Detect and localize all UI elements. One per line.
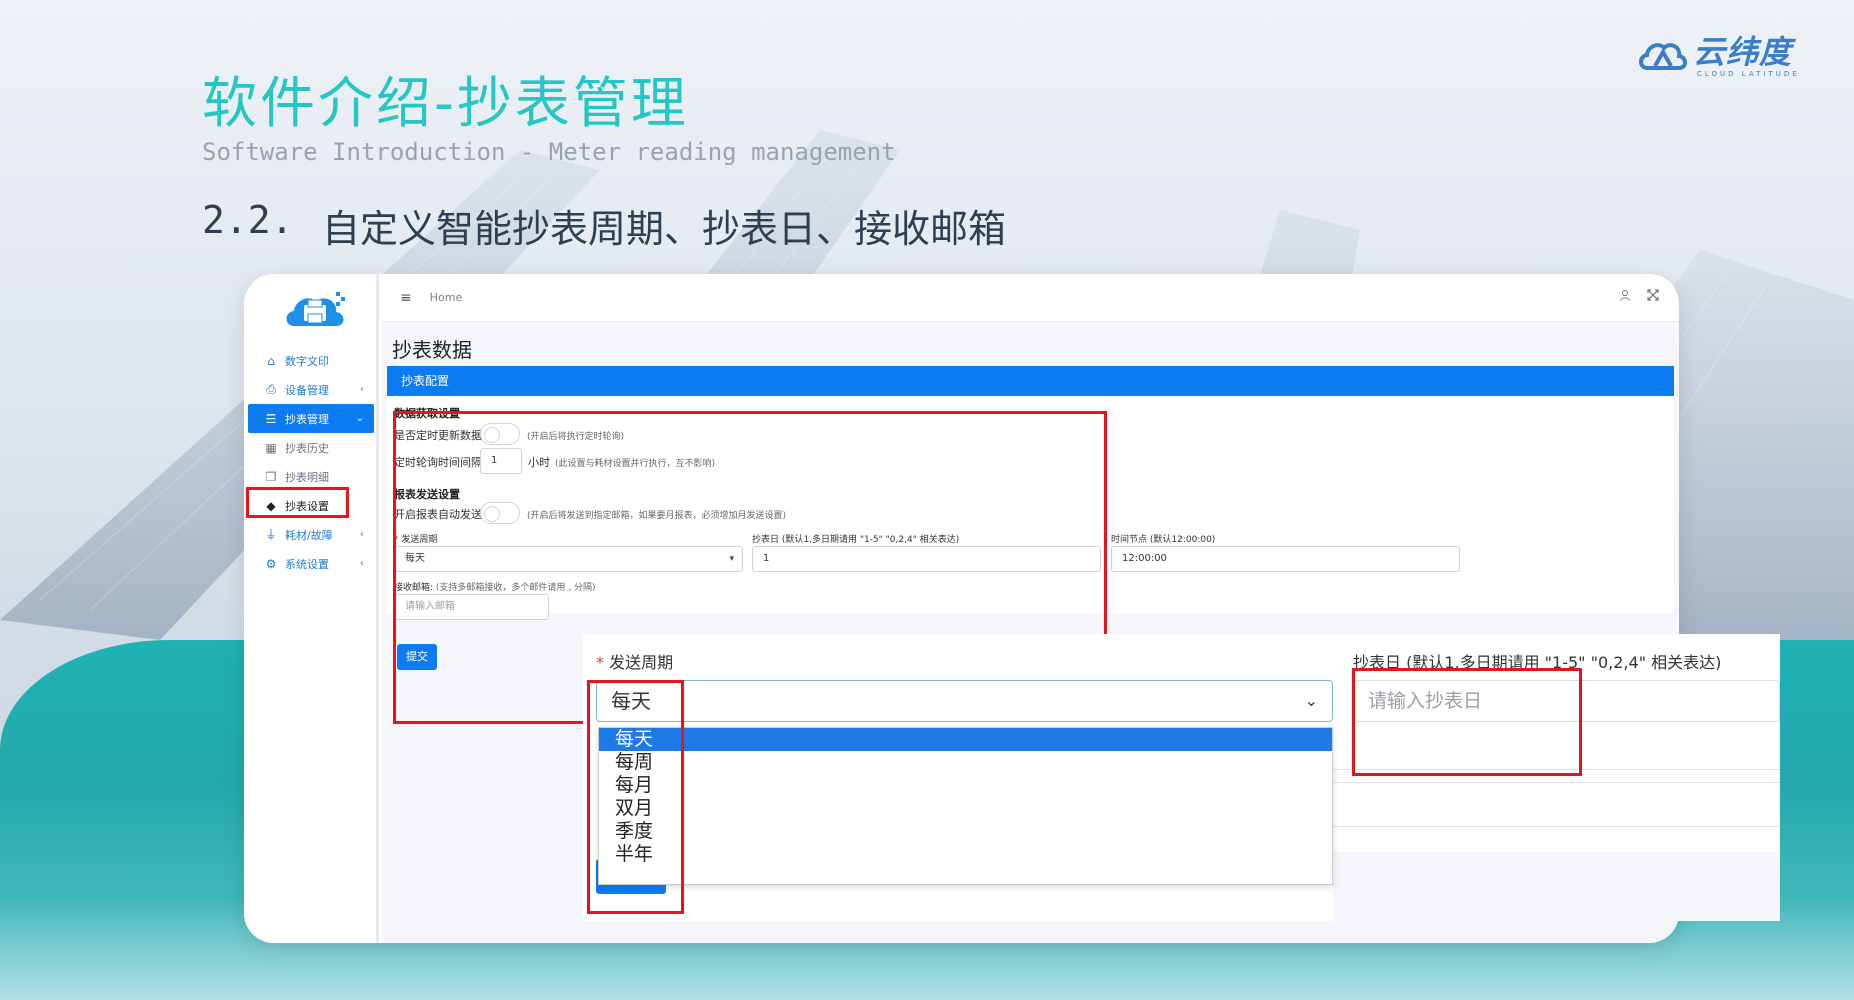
sidebar-nav: ⌂ 数字文印 ⎙ 设备管理 ‹ ☰ 抄表管理 ⌄ ▦ 抄表历史 ❐ 抄表明细 ◆… xyxy=(248,346,374,578)
sidebar-item-label: 数字文印 xyxy=(285,354,329,368)
option-weekly[interactable]: 每周 xyxy=(599,751,1332,774)
slide-title-english: Software Introduction - Meter reading ma… xyxy=(202,138,896,166)
chevron-left-icon: ‹ xyxy=(360,384,364,395)
chevron-down-icon: ⌄ xyxy=(1304,691,1318,710)
brand-logo: 云纬度 CLOUD LATITUDE xyxy=(1637,34,1800,78)
cloud-logo-icon xyxy=(1639,43,1687,70)
highlight-box-day xyxy=(1352,668,1582,776)
copy-icon: ❐ xyxy=(265,469,277,484)
brand-name-cn: 云纬度 xyxy=(1693,33,1793,71)
fullscreen-icon[interactable] xyxy=(1647,289,1659,301)
sidebar: ⌂ 数字文印 ⎙ 设备管理 ‹ ☰ 抄表管理 ⌄ ▦ 抄表历史 ❐ 抄表明细 ◆… xyxy=(244,274,379,943)
page-title: 抄表数据 xyxy=(392,338,472,362)
user-icon[interactable] xyxy=(1619,289,1631,301)
sidebar-item-consumables-faults[interactable]: ⏚ 耗材/故障 ‹ xyxy=(248,520,374,549)
sidebar-item-label: 系统设置 xyxy=(285,557,329,571)
zoom-period-label: * 发送周期 xyxy=(596,653,674,672)
top-navbar: ≡ Home xyxy=(382,274,1679,322)
slide-title: 软件介绍-抄表管理 xyxy=(202,71,689,135)
zoom-gray-area xyxy=(1333,852,1780,921)
panel-header: 抄表配置 xyxy=(387,366,1674,396)
app-logo-icon xyxy=(286,292,345,326)
sidebar-item-label: 抄表历史 xyxy=(285,441,329,455)
zoom-period-select[interactable]: 每天 ⌄ xyxy=(596,680,1333,722)
sidebar-item-meter-management[interactable]: ☰ 抄表管理 ⌄ xyxy=(248,404,374,433)
sidebar-item-label: 耗材/故障 xyxy=(285,528,333,542)
zoomed-form-detail: * 发送周期 每天 ⌄ 抄表日 (默认1,多日期请用 "1-5" "0,2,4"… xyxy=(583,634,1780,921)
time-input[interactable]: 12:00:00 xyxy=(1111,546,1460,572)
option-quarterly[interactable]: 季度 xyxy=(599,820,1332,843)
chevron-down-icon: ⌄ xyxy=(355,413,364,424)
home-icon: ⌂ xyxy=(267,353,275,368)
highlight-box-options xyxy=(587,680,684,914)
period-dropdown: 每天 每周 每月 双月 季度 半年 xyxy=(598,727,1333,885)
section-text: 自定义智能抄表周期、抄表日、接收邮箱 xyxy=(322,207,1007,251)
option-monthly[interactable]: 每月 xyxy=(599,774,1332,797)
chevron-left-icon: ‹ xyxy=(360,558,364,569)
option-half-year[interactable]: 半年 xyxy=(599,843,1332,866)
topbar-actions xyxy=(1619,289,1659,301)
option-daily[interactable]: 每天 xyxy=(599,728,1332,751)
chevron-left-icon: ‹ xyxy=(360,529,364,540)
cogs-icon: ⚙ xyxy=(265,556,277,571)
printer-icon: ⎙ xyxy=(266,382,276,396)
sidebar-item-label: 抄表明细 xyxy=(285,470,329,484)
list-icon: ☰ xyxy=(265,411,277,426)
highlight-box-settings xyxy=(246,487,349,518)
sidebar-item-system-settings[interactable]: ⚙ 系统设置 ‹ xyxy=(248,549,374,578)
sidebar-item-device-management[interactable]: ⎙ 设备管理 ‹ xyxy=(248,375,374,404)
table-icon: ▦ xyxy=(265,440,277,455)
sidebar-item-label: 抄表管理 xyxy=(285,412,329,426)
option-bimonthly[interactable]: 双月 xyxy=(599,797,1332,820)
sidebar-item-label: 设备管理 xyxy=(285,383,329,397)
sidebar-item-digital-print[interactable]: ⌂ 数字文印 xyxy=(248,346,374,375)
time-label: 时间节点 (默认12:00:00) xyxy=(1111,535,1216,545)
section-number: 2.2. xyxy=(202,198,294,242)
slide-section-heading: 2.2. 自定义智能抄表周期、抄表日、接收邮箱 xyxy=(202,198,1006,253)
menu-toggle-icon[interactable]: ≡ xyxy=(400,290,412,306)
brand-name-en: CLOUD LATITUDE xyxy=(1697,70,1800,78)
plug-icon: ⏚ xyxy=(264,528,277,542)
sidebar-item-meter-history[interactable]: ▦ 抄表历史 xyxy=(248,433,374,462)
breadcrumb-home[interactable]: Home xyxy=(430,291,462,304)
